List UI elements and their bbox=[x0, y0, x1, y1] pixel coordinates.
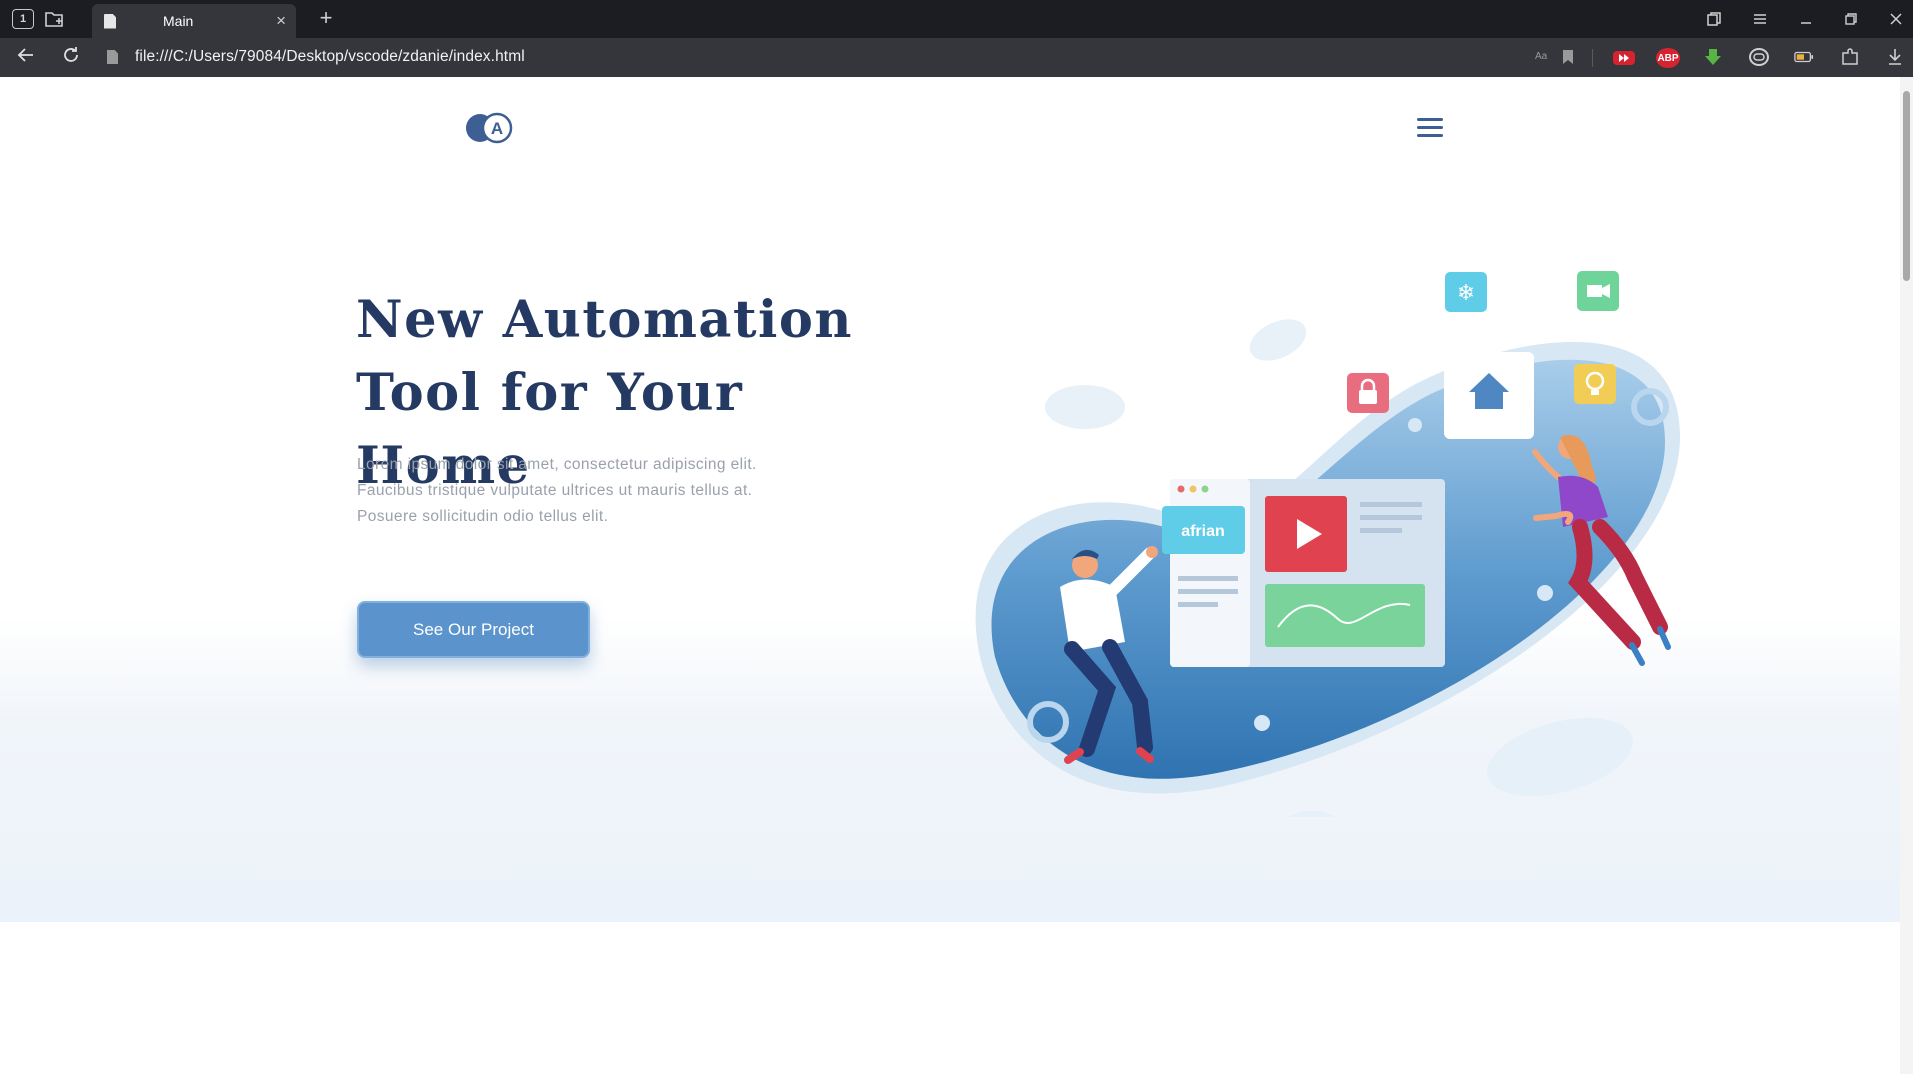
downloads-icon[interactable] bbox=[1885, 48, 1905, 66]
bg-blob bbox=[1486, 718, 1634, 796]
tab-close-icon[interactable]: × bbox=[276, 11, 286, 31]
video-camera-icon bbox=[1587, 284, 1610, 298]
page-favicon-icon bbox=[104, 13, 116, 29]
workspaces-icon[interactable] bbox=[43, 8, 67, 30]
menu-icon[interactable] bbox=[1748, 8, 1772, 30]
window-dot-yellow bbox=[1189, 485, 1197, 493]
reload-icon[interactable] bbox=[58, 46, 84, 70]
battery-icon[interactable] bbox=[1794, 48, 1814, 66]
toolbar-divider bbox=[1592, 49, 1593, 67]
sidebar-line bbox=[1178, 602, 1218, 607]
bookmark-icon[interactable] bbox=[1555, 48, 1581, 71]
text-line bbox=[1360, 528, 1402, 533]
scrollbar-thumb[interactable] bbox=[1903, 91, 1910, 281]
text-line bbox=[1360, 502, 1422, 507]
logo-letter: A bbox=[491, 119, 503, 138]
page-viewport: A New Automation Tool for Your Home Lore… bbox=[0, 77, 1900, 1074]
back-icon[interactable] bbox=[13, 46, 39, 70]
lock-icon bbox=[1359, 390, 1377, 404]
tab-count-badge[interactable]: 1 bbox=[12, 9, 34, 29]
snowflake-icon: ❄ bbox=[1457, 281, 1475, 306]
restore-icon[interactable] bbox=[1839, 8, 1863, 30]
video-ext-icon[interactable] bbox=[1613, 51, 1635, 65]
woman-legs bbox=[1568, 519, 1668, 650]
smart-home-illustration: afrian ❄ bbox=[975, 271, 1680, 817]
hero-description: Lorem ipsum dolor sit amet, consectetur … bbox=[357, 456, 757, 525]
bg-blob bbox=[1045, 385, 1125, 429]
minimize-icon[interactable] bbox=[1794, 8, 1818, 30]
page-scrollbar[interactable] bbox=[1900, 77, 1913, 1074]
see-our-project-button[interactable]: See Our Project bbox=[357, 601, 590, 658]
active-tab[interactable]: Main × bbox=[92, 4, 296, 38]
browser-tab-bar: 1 Main × + bbox=[0, 0, 1913, 38]
download-helper-icon[interactable] bbox=[1703, 48, 1723, 66]
window-dot-red bbox=[1177, 485, 1185, 493]
bg-blob bbox=[1249, 319, 1307, 361]
window-dot-green bbox=[1201, 485, 1209, 493]
bg-blob bbox=[1288, 811, 1336, 817]
file-icon bbox=[107, 50, 118, 64]
adblock-icon[interactable]: ABP bbox=[1656, 48, 1680, 68]
headline-line-1: New Automation bbox=[356, 290, 853, 350]
illustration-label: afrian bbox=[1181, 523, 1225, 540]
bulb-card bbox=[1574, 364, 1616, 404]
sidebar-line bbox=[1178, 576, 1238, 581]
vpn-icon[interactable] bbox=[1749, 48, 1769, 66]
tab-title: Main bbox=[163, 13, 194, 29]
translate-icon[interactable]: Aa bbox=[1530, 48, 1556, 65]
close-window-icon[interactable] bbox=[1884, 8, 1908, 30]
dot-decoration bbox=[1254, 715, 1270, 731]
url-field[interactable]: file:///C:/Users/79084/Desktop/vscode/zd… bbox=[135, 48, 525, 66]
dot-decoration bbox=[1408, 418, 1422, 432]
svg-text:Aa: Aa bbox=[1535, 51, 1548, 62]
sidebar-line bbox=[1178, 589, 1238, 594]
browser-address-bar: file:///C:/Users/79084/Desktop/vscode/zd… bbox=[0, 38, 1913, 77]
hamburger-menu-icon[interactable] bbox=[1417, 118, 1443, 138]
site-logo[interactable]: A bbox=[463, 111, 515, 145]
dot-decoration bbox=[1537, 585, 1553, 601]
new-tab-button[interactable]: + bbox=[314, 5, 338, 30]
text-line bbox=[1360, 515, 1422, 520]
extensions-icon[interactable] bbox=[1840, 48, 1860, 66]
tab-list-icon[interactable] bbox=[1702, 8, 1726, 30]
